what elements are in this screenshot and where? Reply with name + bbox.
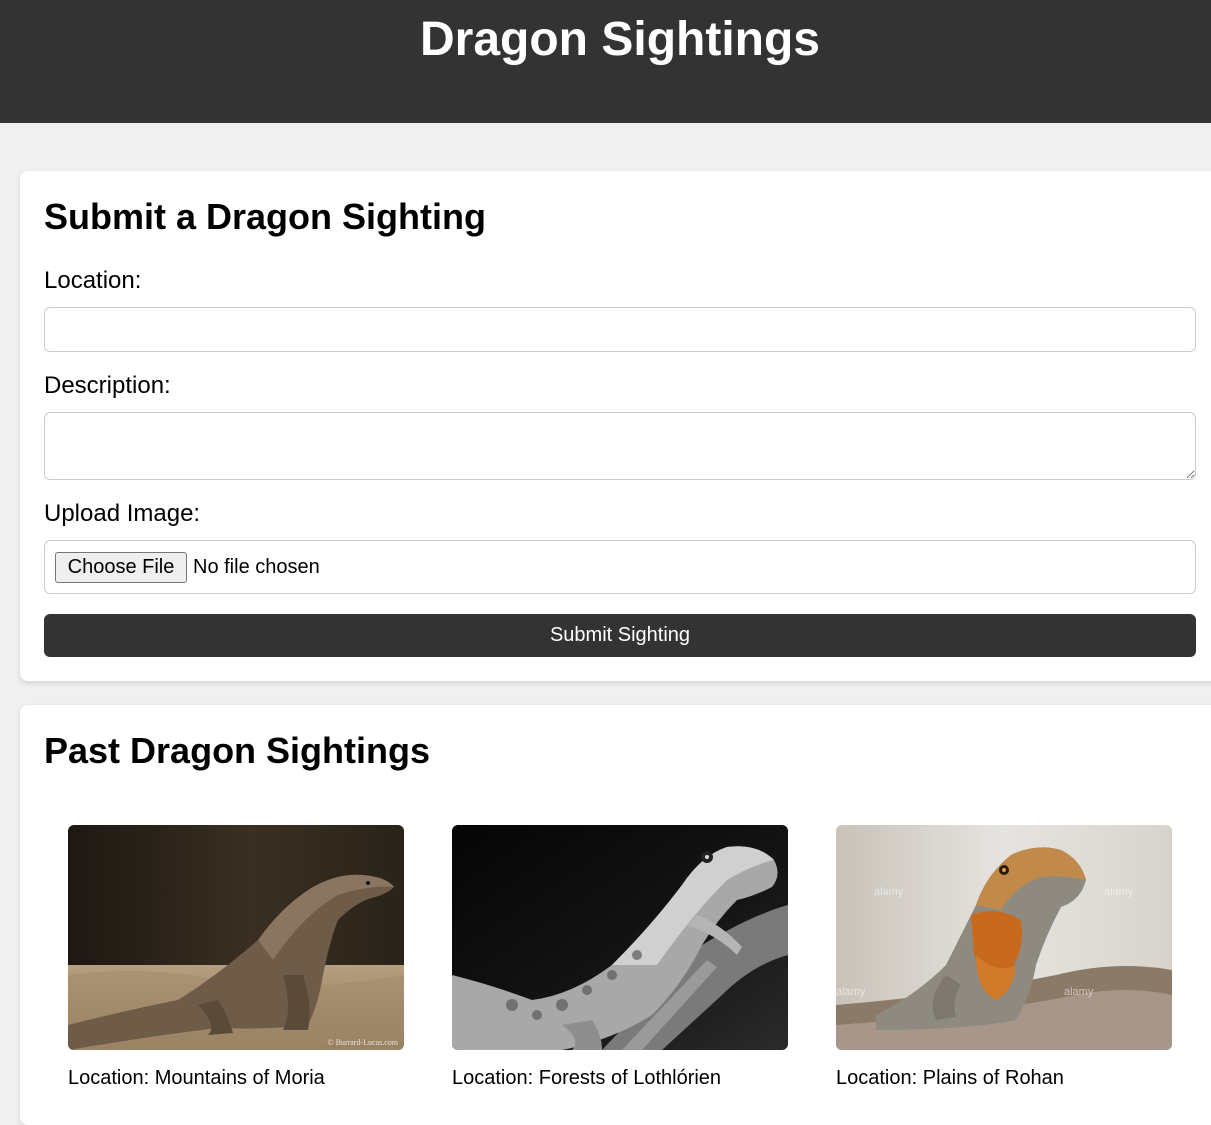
- submit-sighting-button[interactable]: Submit Sighting: [44, 614, 1196, 657]
- svg-text:alamy: alamy: [874, 886, 904, 898]
- sighting-card: alamy alamy alamy alamy Location: Plains…: [836, 825, 1172, 1090]
- bearded-dragon-bw-photo: [452, 825, 788, 1050]
- sighting-card: Location: Forests of Lothlórien: [452, 825, 788, 1090]
- past-sightings-card: Past Dragon Sightings © Burrard-Lucas.co…: [20, 705, 1211, 1125]
- svg-text:alamy: alamy: [1064, 986, 1094, 998]
- form-heading: Submit a Dragon Sighting: [44, 196, 486, 237]
- location-label: Location:: [44, 267, 142, 294]
- svg-text:alamy: alamy: [836, 986, 866, 998]
- upload-image-label: Upload Image:: [44, 500, 201, 527]
- sighting-location: Location: Forests of Lothlórien: [452, 1067, 722, 1089]
- svg-text:© Burrard-Lucas.com: © Burrard-Lucas.com: [328, 1038, 399, 1047]
- komodo-dragon-photo: © Burrard-Lucas.com: [68, 825, 404, 1050]
- description-label: Description:: [44, 372, 171, 399]
- choose-file-button[interactable]: Choose File: [55, 552, 187, 583]
- image-file-input[interactable]: Choose File No file chosen: [44, 540, 1196, 594]
- sighting-location: Location: Plains of Rohan: [836, 1067, 1064, 1089]
- sighting-location: Location: Mountains of Moria: [68, 1067, 325, 1089]
- sighting-card: © Burrard-Lucas.com Location: Mountains …: [68, 825, 404, 1090]
- svg-text:alamy: alamy: [1104, 886, 1134, 898]
- bearded-dragon-color-photo: alamy alamy alamy alamy: [836, 825, 1172, 1050]
- site-header: Dragon Sightings: [0, 0, 1211, 123]
- past-heading: Past Dragon Sightings: [44, 730, 431, 771]
- location-input[interactable]: [44, 307, 1196, 352]
- site-title: Dragon Sightings: [420, 13, 820, 66]
- description-textarea[interactable]: [44, 412, 1196, 480]
- submit-sighting-card: Submit a Dragon Sighting Location: Descr…: [20, 171, 1211, 681]
- file-status-text: No file chosen: [193, 556, 320, 578]
